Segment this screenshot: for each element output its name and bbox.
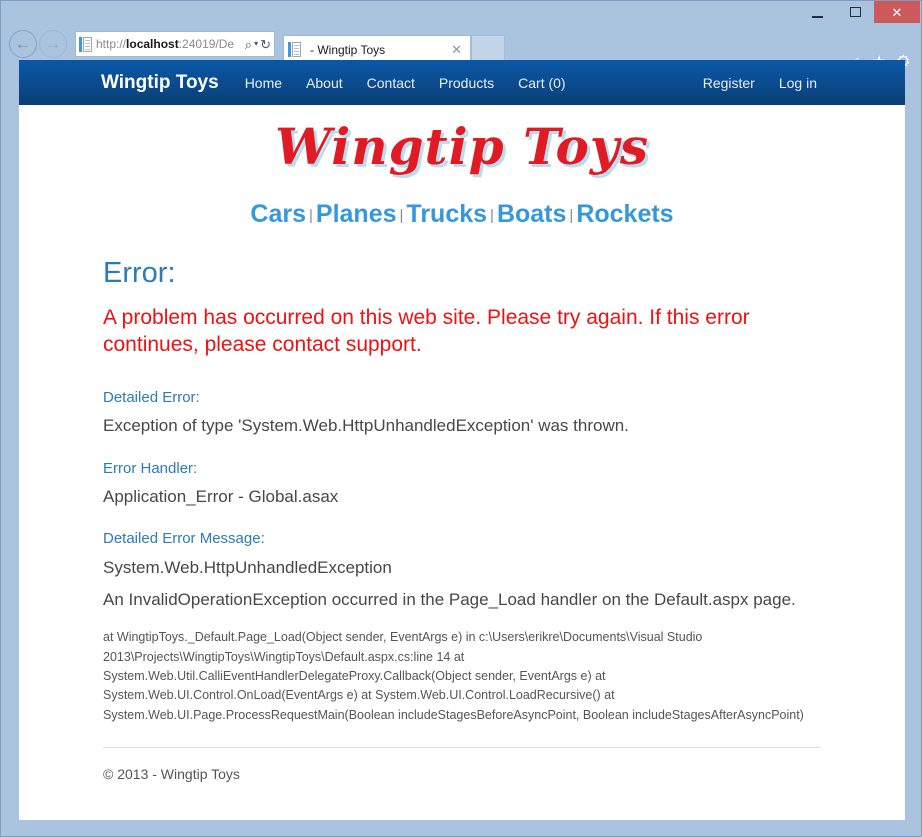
error-handler-value: Application_Error - Global.asax	[103, 486, 339, 506]
category-link-planes[interactable]: Planes	[316, 200, 397, 228]
new-tab-button[interactable]	[471, 35, 505, 63]
category-link-cars[interactable]: Cars	[250, 200, 306, 228]
nav-account-links: Register Log in	[703, 75, 817, 91]
site-logo: Wingtip Toys	[274, 117, 650, 176]
window-controls: ✕	[798, 1, 920, 23]
nav-link-products[interactable]: Products	[439, 75, 494, 91]
nav-link-register[interactable]: Register	[703, 75, 755, 91]
url-prefix: http://	[96, 37, 127, 51]
detailed-error-message-heading: Detailed Error Message:	[103, 530, 265, 548]
detailed-error-value: Exception of type 'System.Web.HttpUnhand…	[103, 415, 629, 435]
address-bar-icons: ⌕ ▾ ↻	[245, 38, 271, 51]
category-separator: |	[569, 207, 574, 224]
detailed-error-heading: Detailed Error:	[103, 388, 200, 406]
category-separator: |	[490, 207, 494, 224]
minimize-icon	[811, 16, 823, 18]
url-rest: :24019/De	[178, 37, 235, 51]
minimize-button[interactable]	[798, 1, 836, 23]
tab-strip: - Wingtip Toys ✕	[283, 25, 505, 63]
category-link-boats[interactable]: Boats	[497, 200, 566, 228]
maximize-icon	[849, 7, 861, 17]
stack-trace: at WingtipToys._Default.Page_Load(Object…	[103, 630, 804, 722]
tab-wingtip-toys[interactable]: - Wingtip Toys ✕	[283, 35, 471, 63]
maximize-button[interactable]	[836, 1, 874, 23]
back-button[interactable]: ←	[9, 30, 37, 58]
category-links: Cars | Planes | Trucks | Boats | Rockets	[103, 200, 821, 229]
category-separator: |	[399, 207, 404, 224]
category-link-trucks[interactable]: Trucks	[406, 200, 487, 228]
forward-button[interactable]: →	[39, 30, 67, 58]
error-handler-heading: Error Handler:	[103, 459, 198, 477]
nav-link-contact[interactable]: Contact	[367, 75, 415, 91]
error-page-title: Error:	[103, 257, 176, 289]
nav-link-home[interactable]: Home	[245, 75, 282, 91]
browser-window: ✕ ← → http://localhost:24019/De ⌕ ▾ ↻ - …	[0, 0, 922, 837]
page-viewport: Wingtip Toys Home About Contact Products…	[19, 60, 905, 820]
nav-link-login[interactable]: Log in	[779, 75, 817, 91]
category-link-rockets[interactable]: Rockets	[576, 200, 673, 228]
close-button[interactable]: ✕	[874, 1, 920, 23]
page-content: Wingtip Toys Cars | Planes | Trucks | Boats | Ro…	[19, 117, 905, 782]
detailed-error-message-line1: System.Web.HttpUnhandledException	[103, 558, 392, 578]
nav-link-about[interactable]: About	[306, 75, 343, 91]
forward-arrow-icon: →	[44, 34, 62, 53]
page-document-icon	[79, 36, 92, 52]
url-host: localhost	[126, 37, 179, 51]
category-separator: |	[309, 207, 313, 224]
address-bar[interactable]: http://localhost:24019/De ⌕ ▾ ↻	[75, 31, 275, 57]
site-navigation-bar: Wingtip Toys Home About Contact Products…	[19, 60, 905, 105]
site-brand[interactable]: Wingtip Toys	[101, 72, 219, 94]
search-icon[interactable]: ⌕	[245, 38, 252, 51]
tab-title: - Wingtip Toys	[310, 42, 386, 57]
nav-link-cart[interactable]: Cart (0)	[518, 75, 565, 91]
back-arrow-icon: ←	[14, 34, 32, 53]
close-icon: ✕	[891, 4, 903, 20]
footer-divider	[103, 747, 821, 749]
tab-close-icon[interactable]: ✕	[447, 42, 466, 58]
browser-toolbar: ← → http://localhost:24019/De ⌕ ▾ ↻ - Wi…	[1, 25, 921, 70]
tab-favicon-icon	[288, 42, 301, 57]
chevron-down-icon[interactable]: ▾	[254, 40, 258, 48]
page-footer: © 2013 - Wingtip Toys	[103, 766, 240, 783]
detailed-error-message-line2: An InvalidOperationException occurred in…	[103, 590, 796, 610]
window-titlebar: ✕	[1, 1, 921, 25]
address-bar-url: http://localhost:24019/De	[96, 37, 245, 51]
refresh-icon[interactable]: ↻	[260, 38, 271, 51]
error-main-message: A problem has occurred on this web site.…	[103, 306, 750, 357]
